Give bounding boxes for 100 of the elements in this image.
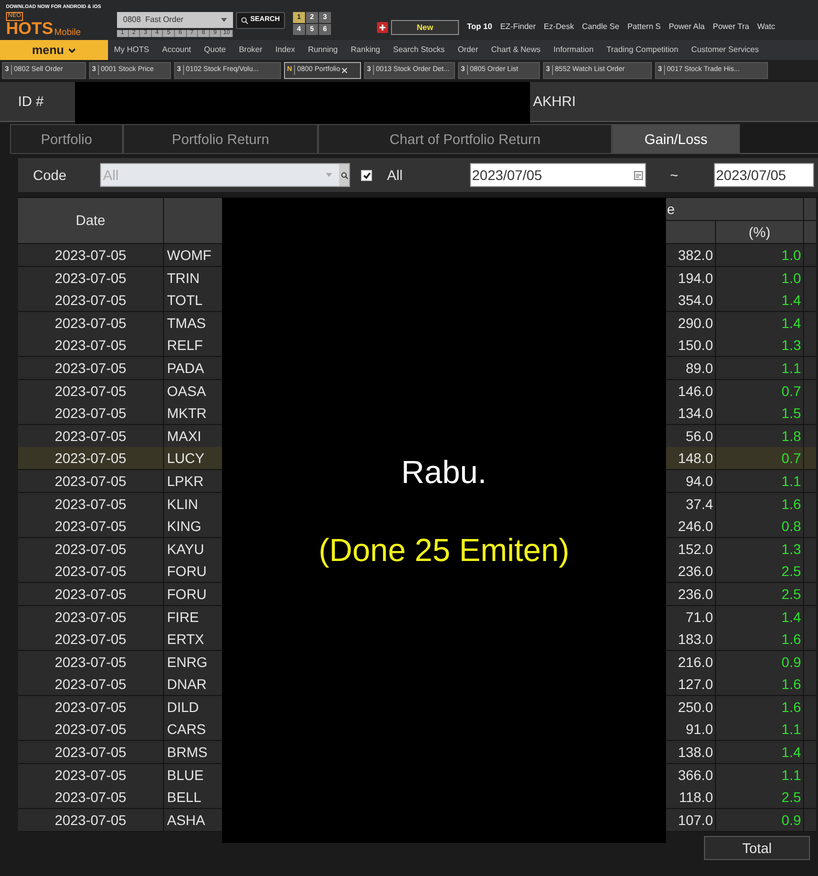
menu-item[interactable]: Order [458, 44, 478, 56]
table-cell [804, 244, 816, 267]
table-cell: 2023-07-05 [18, 808, 164, 832]
menu-item[interactable]: Index [275, 44, 295, 56]
menu-item[interactable]: Ranking [350, 44, 380, 56]
table-cell: 2.5 [716, 582, 804, 606]
table-cell: 1.4 [716, 289, 804, 312]
table-cell: 2023-07-05 [18, 718, 164, 742]
search-button[interactable] [339, 164, 349, 186]
table-cell: 0.9 [716, 808, 804, 832]
all-label: All [387, 166, 404, 184]
dropdown-caret-icon [326, 173, 332, 177]
table-cell: 1.6 [716, 628, 804, 652]
new-button[interactable]: New [391, 20, 459, 35]
table-cell: 1.4 [716, 741, 804, 764]
table-cell: 2023-07-05 [18, 424, 164, 448]
table-cell: 2023-07-05 [18, 447, 164, 470]
table-cell: 2023-07-05 [18, 673, 164, 696]
quick-link[interactable]: Top 10 [467, 21, 492, 33]
table-cell: 1.1 [716, 718, 804, 742]
table-cell: 94.0 [664, 470, 716, 493]
quick-link[interactable]: Pattern S [627, 21, 661, 33]
menu-item[interactable]: Broker [238, 44, 262, 56]
table-cell: 2.5 [716, 786, 804, 810]
menu-item[interactable]: Information [554, 44, 594, 56]
table-cell [804, 447, 816, 470]
table-cell: 2023-07-05 [18, 380, 164, 403]
search-icon [241, 17, 248, 24]
table-cell: 1.1 [716, 356, 804, 380]
table-cell: 246.0 [664, 515, 716, 538]
quick-link[interactable]: Candle Se [582, 21, 620, 33]
table-cell: 134.0 [664, 402, 716, 426]
search-icon [340, 172, 348, 178]
chevron-down-icon [68, 48, 76, 52]
column-header: e [664, 198, 804, 221]
table-cell: 118.0 [664, 786, 716, 810]
logo-text: HOTS [6, 21, 54, 37]
table-cell: 250.0 [664, 696, 716, 719]
table-cell: 107.0 [664, 808, 716, 832]
table-cell: 2023-07-05 [18, 696, 164, 719]
tab[interactable]: Gain/Loss [612, 124, 740, 154]
account-name: AKHRI [533, 92, 576, 111]
table-cell: 91.0 [664, 718, 716, 742]
table-cell [804, 470, 816, 493]
calendar-icon [634, 170, 643, 180]
table-cell: 2023-07-05 [18, 650, 164, 674]
table-cell: 2023-07-05 [18, 606, 164, 628]
quick-link[interactable]: EZ-Finder [500, 21, 536, 33]
table-cell: 138.0 [664, 741, 716, 764]
menu-item[interactable]: Quote [204, 44, 226, 56]
table-cell: 1.1 [716, 764, 804, 787]
menu-item[interactable]: Chart & News [491, 44, 541, 56]
table-cell: 2023-07-05 [18, 356, 164, 380]
table-cell: 150.0 [664, 334, 716, 358]
header-cell [664, 221, 716, 244]
table-cell: 2023-07-05 [18, 628, 164, 652]
table-cell: 2023-07-05 [18, 266, 164, 290]
table-cell: 2023-07-05 [18, 334, 164, 358]
table-cell: 1.4 [716, 312, 804, 335]
menu-item[interactable]: My HOTS [114, 44, 150, 56]
menu-button[interactable]: menu [0, 40, 108, 60]
menu-item[interactable]: Customer Services [691, 44, 759, 56]
table-cell: 56.0 [664, 424, 716, 448]
menu-item[interactable]: Running [308, 44, 338, 56]
table-cell: 1.4 [716, 606, 804, 628]
screen-combo[interactable]: 0808 Fast Order [117, 12, 233, 28]
menu-item[interactable]: Account [162, 44, 192, 56]
add-icon [377, 22, 388, 33]
table-cell: 1.0 [716, 244, 804, 267]
table-cell: 2023-07-05 [18, 402, 164, 426]
column-header: (%) [716, 221, 804, 244]
table-cell: 2023-07-05 [18, 560, 164, 584]
table-cell: 152.0 [664, 538, 716, 561]
code-combo-box[interactable]: All [100, 163, 350, 187]
total-button[interactable]: Total [704, 836, 810, 860]
tab[interactable]: Portfolio Return [123, 124, 318, 154]
date-field[interactable]: 2023/07/05 [470, 163, 646, 187]
table-cell: 2023-07-05 [18, 492, 164, 516]
table-cell: 1.8 [716, 424, 804, 448]
table-cell: 2023-07-05 [18, 470, 164, 493]
range-separator: ~ [670, 166, 680, 184]
table-cell: 183.0 [664, 628, 716, 652]
quick-link[interactable]: Power Tra [712, 21, 750, 33]
table-cell: 0.7 [716, 447, 804, 470]
menu-item[interactable]: Search Stocks [393, 44, 445, 56]
table-cell: 236.0 [664, 582, 716, 606]
logo-subtext: Mobile [54, 27, 81, 37]
quick-link[interactable]: Watc [757, 21, 776, 33]
table-cell: 1.3 [716, 538, 804, 561]
table-cell: 194.0 [664, 266, 716, 290]
all-checkbox[interactable] [361, 170, 372, 180]
tab[interactable]: Chart of Portfolio Return [318, 124, 612, 154]
date-field[interactable]: 2023/07/05 [714, 163, 814, 187]
table-cell: 290.0 [664, 312, 716, 335]
menu-item[interactable]: Trading Competition [606, 44, 678, 56]
quick-link[interactable]: Power Ala [668, 21, 705, 33]
quick-link[interactable]: Ez-Desk [544, 21, 574, 33]
table-cell: 127.0 [664, 673, 716, 696]
id-label: ID # [18, 92, 45, 111]
tab[interactable]: Portfolio [10, 124, 123, 154]
